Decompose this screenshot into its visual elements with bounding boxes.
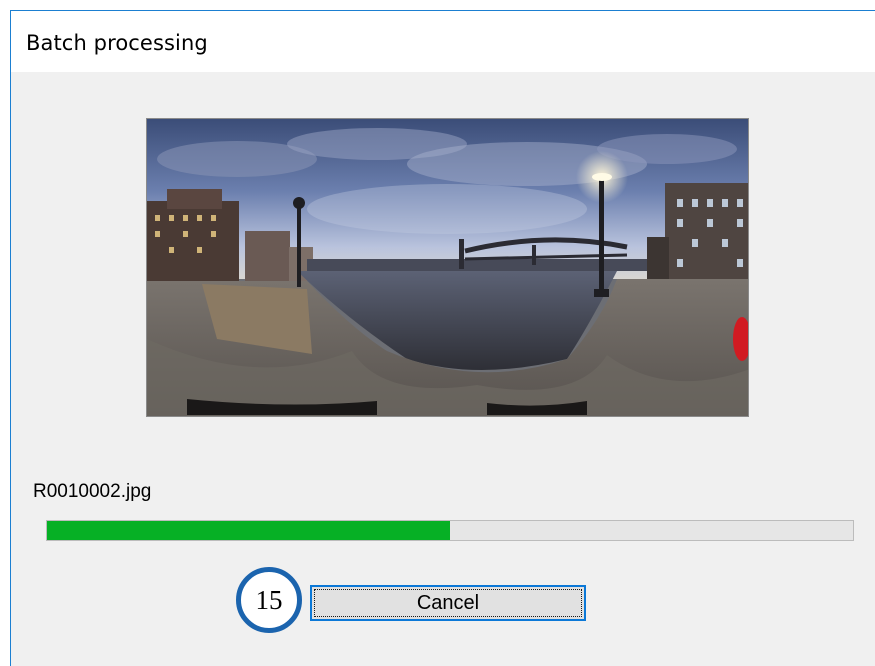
- progress-bar-fill: [47, 521, 450, 540]
- step-number-badge: 15: [236, 567, 302, 633]
- current-filename: R0010002.jpg: [33, 481, 152, 502]
- batch-processing-dialog: Batch processing R0010002.jpg 15 Cancel: [10, 10, 875, 666]
- progress-bar: [46, 520, 854, 541]
- panorama-preview-image: [146, 118, 749, 417]
- title-bar: Batch processing: [11, 11, 875, 72]
- cancel-button[interactable]: Cancel: [310, 585, 586, 621]
- cancel-button-label: Cancel: [314, 589, 582, 617]
- dialog-title: Batch processing: [26, 31, 208, 55]
- screen: Batch processing R0010002.jpg 15 Cancel: [0, 0, 875, 666]
